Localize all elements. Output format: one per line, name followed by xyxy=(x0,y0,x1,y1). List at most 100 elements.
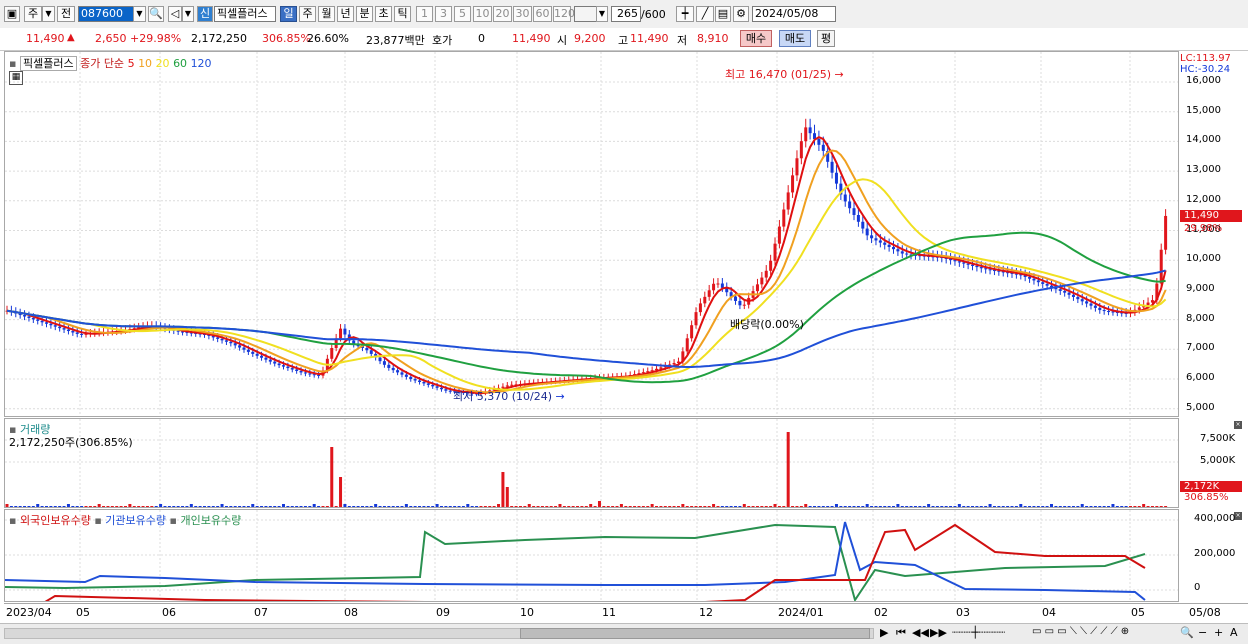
candle-body xyxy=(439,387,443,390)
period-select[interactable]: 주 xyxy=(24,6,42,22)
price-pane[interactable]: ▪ 픽셀플러스 종가 단순 5 10 20 60 120 ▦ 최고 16,470… xyxy=(4,51,1179,417)
volume-pane[interactable]: ▪ 거래량 2,172,250주(306.85%) xyxy=(4,418,1179,508)
speaker-icon[interactable]: ◁ xyxy=(168,6,182,22)
scroll-start-icon[interactable]: ⏮ xyxy=(896,626,906,640)
candle-type-icon[interactable]: ┿ xyxy=(676,6,694,22)
interval-30-button[interactable]: 30 xyxy=(513,6,532,22)
interval-5-button[interactable]: 5 xyxy=(454,6,471,22)
count-input[interactable]: 265 xyxy=(611,6,641,22)
speaker-dropdown-icon[interactable]: ▼ xyxy=(182,6,194,22)
candle-body xyxy=(694,312,698,326)
line-draw-icon[interactable]: ╱ xyxy=(696,6,714,22)
volume-bar xyxy=(66,504,70,507)
period-minute-button[interactable]: 분 xyxy=(356,6,373,22)
save-icon[interactable]: ▤ xyxy=(715,6,731,22)
candle-body xyxy=(786,192,790,210)
candle-body xyxy=(1063,290,1067,293)
scroll-right-icon[interactable]: ▶ xyxy=(880,626,888,639)
volume-bar xyxy=(216,506,220,507)
volume-bar xyxy=(944,506,948,507)
volume-bar xyxy=(49,506,53,507)
stock-code-dropdown-icon[interactable]: ▼ xyxy=(133,6,146,22)
interval-20-button[interactable]: 20 xyxy=(493,6,512,22)
bottom-scroll-bar[interactable]: ▶ ⏮ ◀◀ ▶▶ ┈┈┈┼┈┈┈┈ ▭ ▭ ▭ ⟍ ⟍ ⟋ ⟋ ⟋ ⊕ 🔍 −… xyxy=(0,623,1248,644)
candle-body xyxy=(62,328,66,330)
volume-bar xyxy=(1146,506,1150,507)
interval-120-button[interactable]: 120 xyxy=(553,6,575,22)
sell-button[interactable]: 매도 xyxy=(779,30,811,47)
period-week-button[interactable]: 주 xyxy=(299,6,316,22)
magnify-icon[interactable]: 🔍 xyxy=(1180,626,1194,639)
zoom-in-icon[interactable]: + xyxy=(1214,626,1223,639)
candle-body xyxy=(734,296,738,301)
gear-icon[interactable]: ⚙ xyxy=(733,6,749,22)
calculator-icon[interactable]: ▦ xyxy=(9,71,23,85)
date-input[interactable]: 2024/05/08 xyxy=(752,6,836,22)
search-icon[interactable]: 🔍 xyxy=(148,6,164,22)
volume-bar xyxy=(453,506,457,507)
period-month-button[interactable]: 월 xyxy=(318,6,335,22)
interval-10-button[interactable]: 10 xyxy=(473,6,492,22)
candle-body xyxy=(31,317,35,320)
interval-3-button[interactable]: 3 xyxy=(435,6,452,22)
volume-bar xyxy=(1058,506,1062,507)
buy-button[interactable]: 매수 xyxy=(740,30,772,47)
candle-body xyxy=(426,383,430,385)
zoom-slider[interactable]: ┈┈┈┼┈┈┈┈ xyxy=(952,626,1005,639)
candle-body xyxy=(905,253,909,255)
volume-value: 2,172,250 xyxy=(191,32,247,45)
volume-bar xyxy=(1142,504,1146,507)
volume-bar xyxy=(1071,506,1075,507)
scroll-thumb[interactable] xyxy=(520,628,870,639)
close-pane-icon[interactable]: × xyxy=(1234,421,1242,429)
volume-bar xyxy=(804,504,808,507)
volume-bar xyxy=(9,506,13,507)
holding-pane[interactable]: ▪ 외국인보유수량 ▪ 기관보유수량 ▪ 개인보유수량 xyxy=(4,509,1179,602)
average-button[interactable]: 평 xyxy=(817,30,835,47)
stock-code-input[interactable]: 087600 xyxy=(78,6,134,22)
interval-60-button[interactable]: 60 xyxy=(533,6,552,22)
zoom-out-icon[interactable]: − xyxy=(1198,626,1207,639)
volume-bar xyxy=(795,506,799,507)
font-size-icon[interactable]: A xyxy=(1230,626,1238,639)
period-day-button[interactable]: 일 xyxy=(280,6,297,22)
scroll-end-icon[interactable]: ▶▶ xyxy=(930,626,947,639)
volume-bar xyxy=(742,504,746,507)
volume-ylabel-2: 5,000K xyxy=(1200,455,1236,466)
candle-body xyxy=(979,267,983,269)
volume-bar xyxy=(892,506,896,507)
period-tick-button[interactable]: 틱 xyxy=(394,6,411,22)
volume-bar xyxy=(554,506,558,507)
scroll-back-icon[interactable]: ◀◀ xyxy=(912,626,929,639)
volume-bar xyxy=(84,506,88,507)
volume-bar xyxy=(769,506,773,507)
candle-body xyxy=(883,242,887,245)
period-year-button[interactable]: 년 xyxy=(337,6,354,22)
candle-body xyxy=(66,329,70,332)
volume-bar xyxy=(738,506,742,507)
new-badge[interactable]: 신 xyxy=(197,6,213,22)
legend-stock-name[interactable]: 픽셀플러스 xyxy=(19,56,77,71)
candle-body xyxy=(413,379,417,381)
prev-button[interactable]: 전 xyxy=(57,6,75,22)
period-dropdown-icon[interactable]: ▼ xyxy=(42,6,55,22)
interval-1-button[interactable]: 1 xyxy=(416,6,433,22)
price-change: 2,650 xyxy=(95,32,127,45)
x-axis-label: 02 xyxy=(874,606,888,619)
volume-bar xyxy=(940,506,944,507)
candle-body xyxy=(685,338,689,352)
period-second-button[interactable]: 초 xyxy=(375,6,392,22)
stock-name-field[interactable]: 픽셀플러스 xyxy=(214,6,276,22)
interval-dropdown-icon[interactable]: ▼ xyxy=(596,6,608,22)
volume-bar xyxy=(466,504,470,507)
candle-body xyxy=(988,269,992,271)
layout-icon[interactable]: ▣ xyxy=(4,6,20,22)
volume-bar xyxy=(1050,504,1054,507)
candle-body xyxy=(40,320,44,323)
drawing-tools-icon[interactable]: ▭ ▭ ▭ ⟍ ⟍ ⟋ ⟋ ⟋ ⊕ xyxy=(1032,626,1129,637)
volume-bar xyxy=(1159,506,1163,507)
volume-bar xyxy=(602,506,606,507)
x-axis-label: 07 xyxy=(254,606,268,619)
volume-bar xyxy=(1089,506,1093,507)
candle-body xyxy=(330,348,334,359)
